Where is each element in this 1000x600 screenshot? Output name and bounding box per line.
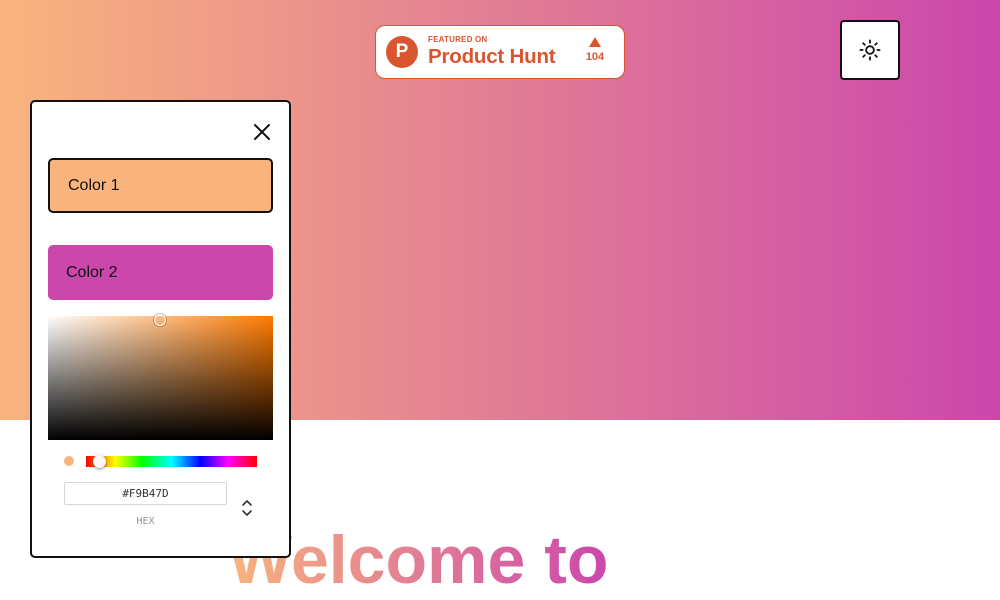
vote-count: 104	[585, 51, 605, 63]
hex-format-label: HEX	[136, 516, 155, 527]
product-hunt-logo-letter: P	[395, 41, 409, 62]
featured-on-label: FEATURED ON	[428, 35, 488, 45]
saturation-picker[interactable]	[48, 314, 273, 440]
current-color-swatch	[64, 456, 74, 466]
upvote-arrow-icon	[589, 37, 601, 47]
color-picker-panel: Color 1 Color 2 HEX	[30, 100, 291, 558]
color-2-label: Color 2	[66, 263, 118, 281]
close-icon	[254, 124, 270, 140]
format-toggle-button[interactable]	[239, 497, 255, 519]
hue-slider[interactable]	[86, 455, 257, 468]
product-hunt-badge[interactable]: P FEATURED ON Product Hunt 104	[375, 25, 625, 79]
vote-counter: 104	[581, 37, 609, 63]
hex-input[interactable]	[64, 482, 227, 505]
chevron-up-down-icon	[242, 500, 252, 516]
close-button[interactable]	[250, 120, 274, 144]
color-1-label: Color 1	[68, 176, 120, 194]
hue-slider-handle[interactable]	[93, 455, 106, 468]
color-2-button[interactable]: Color 2	[48, 245, 273, 300]
product-hunt-text: FEATURED ON Product Hunt	[428, 35, 556, 69]
product-hunt-logo-icon: P	[386, 36, 418, 68]
saturation-black-overlay	[48, 316, 273, 440]
saturation-handle[interactable]	[154, 314, 166, 326]
theme-toggle-button[interactable]	[840, 20, 900, 80]
page: P FEATURED ON Product Hunt 104 Welcome t…	[0, 0, 1000, 600]
sun-icon	[859, 39, 881, 61]
product-hunt-name: Product Hunt	[428, 45, 556, 69]
color-1-button[interactable]: Color 1	[48, 158, 273, 213]
